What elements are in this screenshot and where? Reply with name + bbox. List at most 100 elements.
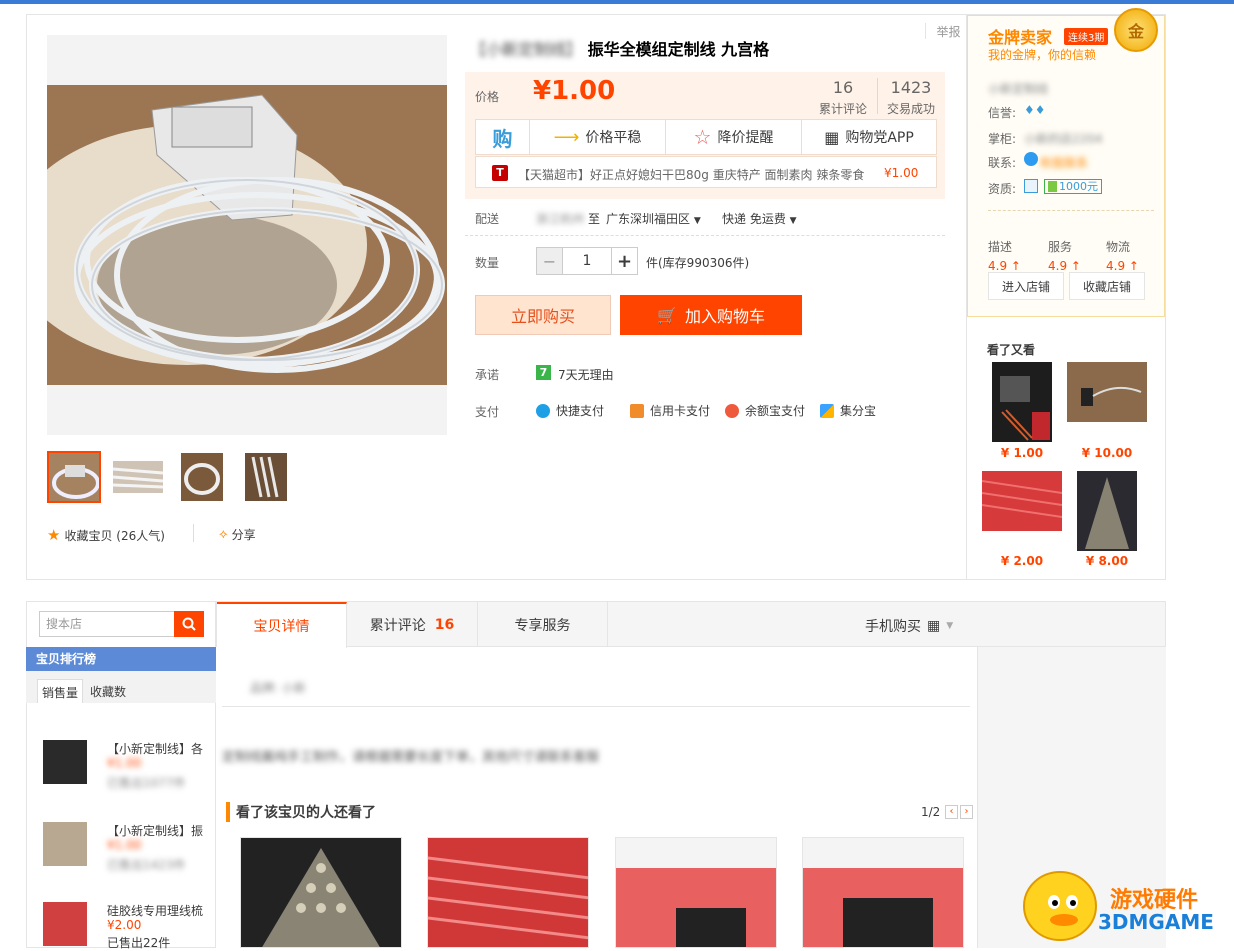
delivery-destination: 广东深圳福田区	[606, 212, 691, 226]
thumbnail-4[interactable]	[239, 451, 293, 503]
favorite-item[interactable]: ★ 收藏宝贝 (26人气)	[47, 526, 165, 544]
also-viewed-item-4[interactable]	[802, 837, 964, 948]
qty-decrease-button[interactable]: −	[537, 248, 563, 274]
pay-credit-label: 信用卡支付	[650, 404, 711, 418]
next-page-button[interactable]: ›	[960, 805, 973, 819]
top-accent-bar	[0, 0, 1234, 4]
divider	[193, 524, 194, 542]
buy-now-button[interactable]: 立即购买	[475, 295, 611, 335]
keeper-value: 小新的店2204	[1024, 132, 1103, 146]
delivery-method-select[interactable]: 快递 免运费 ▼	[722, 210, 797, 227]
rank-title: 宝贝排行榜	[26, 647, 216, 671]
score-logistics: 物流 4.9 ↑	[1106, 238, 1139, 273]
also-viewed-item-1[interactable]	[240, 837, 402, 948]
quantity-label: 数量	[475, 256, 500, 270]
also-viewed-item-2[interactable]	[427, 837, 589, 948]
prev-page-button[interactable]: ‹	[945, 805, 958, 819]
seller-slogan: 我的金牌，你的信赖	[988, 48, 1097, 62]
caret-down-icon: ▼	[693, 216, 701, 226]
wangwang-icon[interactable]	[1024, 152, 1038, 166]
price-alert-button[interactable]: ☆ 降价提醒	[666, 120, 802, 154]
enter-shop-button[interactable]: 进入店铺	[988, 272, 1064, 300]
pay-credit[interactable]: 信用卡支付	[630, 402, 710, 419]
see-also-title: 看了又看	[987, 343, 1036, 357]
also-viewed-item-3[interactable]	[615, 837, 777, 948]
reviews-count[interactable]: 16	[813, 78, 873, 97]
score-service: 服务 4.9 ↑	[1048, 238, 1081, 273]
also-viewed-title: 看了该宝贝的人还看了	[226, 802, 376, 822]
app-button[interactable]: ▦ 购物党APP	[802, 120, 936, 154]
price-value: ¥1.00	[533, 76, 616, 106]
see-also-item-3-image[interactable]	[982, 471, 1062, 531]
rank-item-title: 【小新定制线】各	[107, 742, 204, 756]
search-icon	[182, 617, 196, 631]
jifenbao-icon	[820, 403, 834, 418]
tab-reviews-label: 累计评论	[369, 617, 426, 634]
diamond-icon: ♦♦	[1024, 103, 1046, 117]
star-outline-icon: ☆	[693, 125, 712, 149]
delivery-method: 快递 免运费	[722, 212, 786, 226]
thumbnail-1[interactable]	[47, 451, 101, 503]
pay-quick[interactable]: 快捷支付	[536, 402, 604, 419]
see-also-item-4-image[interactable]	[1077, 471, 1137, 551]
see-also-item-1-image[interactable]	[992, 362, 1052, 442]
score-logistics-value: 4.9 ↑	[1106, 259, 1139, 273]
report-link[interactable]: 举报	[925, 23, 971, 39]
star-icon: ★	[47, 526, 61, 544]
divider	[222, 706, 970, 707]
add-to-cart-button[interactable]: 🛒 加入购物车	[620, 295, 802, 335]
see-also-item-4-price: ¥ 8.00	[1085, 554, 1129, 568]
price-box: 价格 ¥1.00 16 累计评论 1423 交易成功 购 ⟶ 价格平稳 ☆ 降价…	[465, 72, 945, 199]
mobile-buy[interactable]: 手机购买 ▦ ▼	[865, 616, 953, 636]
shop-name[interactable]: 小新定制线	[988, 80, 1048, 97]
gold-seller-title: 金牌卖家	[988, 28, 1053, 47]
contact-value[interactable]: 和我联系	[1040, 154, 1088, 171]
3dmgame-watermark: 游戏硬件 3DMGAME	[1010, 862, 1234, 948]
qty-increase-button[interactable]: +	[611, 248, 637, 274]
rank-item-image	[43, 902, 87, 946]
watermark-line2: 3DMGAME	[1098, 910, 1214, 934]
rank-item-image	[43, 740, 87, 784]
thumbnail-3[interactable]	[175, 451, 229, 503]
credit-card-icon	[630, 403, 644, 418]
price-stable-item[interactable]: ⟶ 价格平稳	[530, 120, 666, 154]
money-bag-icon	[725, 403, 739, 418]
keeper-label: 掌柜:	[988, 132, 1017, 146]
arrow-right-icon: ⟶	[553, 126, 580, 148]
search-button[interactable]	[174, 611, 204, 637]
id-card-icon	[1024, 179, 1038, 193]
credit-label: 信誉:	[988, 106, 1017, 120]
thumbnail-2[interactable]	[111, 451, 165, 503]
divider	[465, 235, 945, 236]
tmall-text: 【天猫超市】好正点好媳妇干巴80g 重庆特产 面制素肉 辣条零食	[518, 168, 865, 182]
product-photo	[47, 85, 447, 385]
rank-item-sold: 已售出1077件	[107, 776, 186, 790]
tab-service[interactable]: 专享服务	[478, 602, 608, 647]
share-button[interactable]: ⟡ 分享	[219, 526, 256, 543]
rank-item-sold: 已售出1423件	[107, 858, 186, 872]
reviews-label: 累计评论	[818, 102, 867, 116]
score-desc: 描述 4.9 ↑	[988, 238, 1021, 273]
pay-quick-label: 快捷支付	[556, 404, 605, 418]
tab-detail[interactable]: 宝贝详情	[217, 602, 347, 648]
see-also-item-2-image[interactable]	[1067, 362, 1147, 422]
shield-icon	[1048, 181, 1057, 192]
product-title: 【小新定制线】 振华全模组定制线 九宫格	[470, 36, 769, 60]
pay-jifenbao[interactable]: 集分宝	[820, 402, 876, 419]
quantity-stepper: − 1 +	[536, 247, 638, 275]
tmall-ad[interactable]: T 【天猫超市】好正点好媳妇干巴80g 重庆特产 面制素肉 辣条零食 ¥1.00	[475, 156, 937, 188]
tab-reviews[interactable]: 累计评论 16	[347, 602, 478, 647]
tmall-price: ¥1.00	[884, 166, 919, 180]
score-desc-label: 描述	[988, 240, 1013, 254]
pay-yuebao[interactable]: 余额宝支付	[725, 402, 805, 419]
promise-text[interactable]: 7天无理由	[558, 366, 614, 383]
price-alert-label: 降价提醒	[717, 130, 774, 146]
delivery-destination-select[interactable]: 广东深圳福田区 ▼	[606, 210, 701, 227]
qty-input[interactable]: 1	[563, 248, 611, 274]
tab-reviews-count: 16	[434, 616, 455, 633]
tab-favorites[interactable]: 收藏数	[86, 679, 130, 703]
main-product-image[interactable]	[47, 35, 447, 435]
tab-sales[interactable]: 销售量	[37, 679, 84, 703]
shop-search-input[interactable]: 搜本店	[39, 611, 175, 637]
favorite-shop-button[interactable]: 收藏店铺	[1069, 272, 1145, 300]
